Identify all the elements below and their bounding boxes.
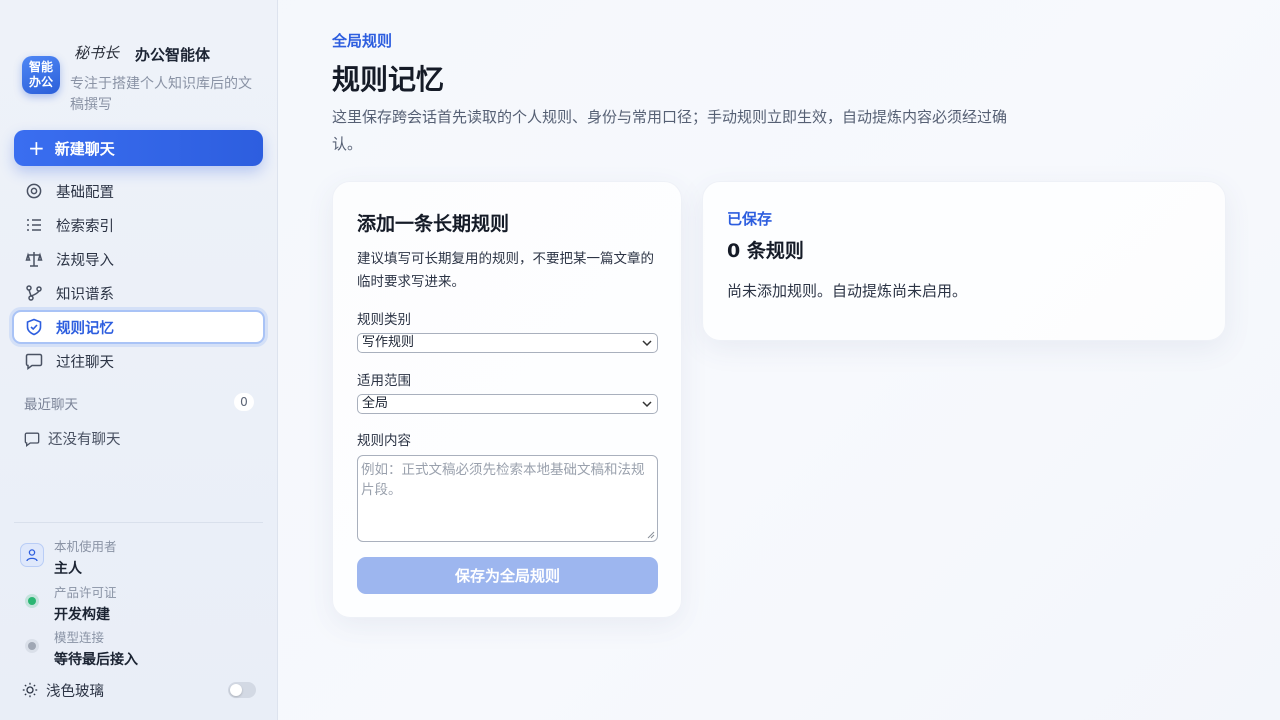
brand-script-name: 秘书长 (74, 44, 120, 62)
page-title: 规则记忆 (332, 63, 445, 96)
toggle-knob (230, 684, 242, 696)
category-select[interactable]: 写作规则 (357, 333, 658, 353)
user-label: 本机使用者 (54, 539, 117, 554)
category-value: 写作规则 (362, 335, 415, 350)
recent-chats-empty: 还没有聊天 (24, 428, 121, 449)
brand-tagline: 专注于搭建个人知识库后的文稿撰写 (70, 76, 252, 113)
user-value: 主人 (54, 561, 82, 577)
add-rule-card: 添加一条长期规则 建议填写可长期复用的规则，不要把某一篇文章的临时要求写进来。 … (332, 181, 682, 618)
add-rule-title: 添加一条长期规则 (357, 213, 510, 235)
new-chat-label: 新建聊天 (54, 139, 115, 158)
license-value: 开发构建 (54, 607, 110, 623)
sidebar-item-knowledge-graph[interactable]: 知识谱系 (14, 277, 263, 309)
chat-icon (24, 431, 40, 447)
scope-select[interactable]: 全局 (357, 394, 658, 414)
sidebar-item-label: 检索索引 (56, 218, 114, 235)
resize-grip-icon[interactable] (647, 531, 655, 539)
sidebar-item-label: 知识谱系 (56, 286, 114, 303)
sidebar-item-label: 规则记忆 (56, 320, 114, 337)
recent-chats-heading: 最近聊天 0 (24, 393, 254, 413)
user-info: 本机使用者 主人 (20, 536, 260, 578)
sidebar-item-label: 法规导入 (56, 252, 114, 269)
license-info: 产品许可证 开发构建 (20, 582, 260, 624)
sidebar-item-regulation-import[interactable]: 法规导入 (14, 243, 263, 275)
sidebar-item-rule-memory[interactable]: 规则记忆 (12, 310, 265, 344)
scope-value: 全局 (362, 396, 389, 411)
sidebar-item-label: 基础配置 (56, 184, 114, 201)
sidebar-item-label: 过往聊天 (56, 354, 114, 371)
page-description: 这里保存跨会话首先读取的个人规则、身份与常用口径；手动规则立即生效，自动提炼内容… (332, 108, 1008, 153)
saved-rules-card: 已保存 0 条规则 尚未添加规则。自动提炼尚未启用。 (702, 181, 1226, 341)
model-value: 等待最后接入 (54, 652, 138, 668)
sidebar-item-basic-config[interactable]: 基础配置 (14, 175, 263, 207)
graph-icon (24, 283, 44, 303)
save-global-rule-button[interactable]: 保存为全局规则 (357, 557, 658, 594)
add-rule-hint: 建议填写可长期复用的规则，不要把某一篇文章的临时要求写进来。 (357, 251, 654, 290)
recent-chats-empty-text: 还没有聊天 (48, 432, 121, 448)
page-eyebrow: 全局规则 (332, 32, 393, 50)
rule-content-textarea[interactable]: 例如：正式文稿必须先检索本地基础文稿和法规片段。 (357, 455, 658, 542)
sidebar-item-past-chats[interactable]: 过往聊天 (14, 345, 263, 377)
user-icon (20, 543, 44, 567)
recent-chats-title: 最近聊天 (24, 397, 78, 413)
brand: 智能 办公 秘书长 办公智能体 专注于搭建个人知识库后的文稿撰写 (20, 42, 270, 118)
new-chat-button[interactable]: + 新建聊天 (14, 130, 263, 166)
scale-icon (24, 249, 44, 269)
license-status-dot (28, 597, 36, 605)
chevron-down-icon (641, 336, 653, 350)
model-info: 模型连接 等待最后接入 (20, 627, 260, 669)
theme-row: 浅色玻璃 (22, 680, 258, 700)
category-label: 规则类别 (357, 312, 411, 328)
theme-label: 浅色玻璃 (46, 683, 104, 700)
sun-icon (22, 682, 38, 698)
brand-name: 办公智能体 (135, 46, 211, 64)
theme-toggle[interactable] (228, 682, 256, 698)
gear-icon (24, 181, 44, 201)
saved-count: 0 条规则 (727, 240, 804, 262)
model-status-dot (28, 642, 36, 650)
logo-line-2: 办公 (28, 75, 53, 89)
saved-empty-text: 尚未添加规则。自动提炼尚未启用。 (727, 282, 968, 300)
scope-label: 适用范围 (357, 373, 411, 389)
sidebar: 智能 办公 秘书长 办公智能体 专注于搭建个人知识库后的文稿撰写 + 新建聊天 … (0, 0, 278, 720)
logo-line-1: 智能 (28, 60, 53, 74)
license-label: 产品许可证 (54, 585, 117, 600)
sidebar-divider (14, 522, 263, 523)
rule-content-placeholder: 例如：正式文稿必须先检索本地基础文稿和法规片段。 (361, 462, 645, 498)
list-icon (24, 215, 44, 235)
shield-icon (24, 317, 44, 337)
chat-icon (24, 351, 44, 371)
sidebar-item-search-index[interactable]: 检索索引 (14, 209, 263, 241)
app-logo: 智能 办公 (22, 56, 60, 94)
chevron-down-icon (641, 397, 653, 411)
model-label: 模型连接 (54, 630, 105, 645)
saved-eyebrow: 已保存 (727, 210, 773, 228)
content-label: 规则内容 (357, 433, 411, 449)
recent-chats-count: 0 (234, 393, 254, 411)
plus-icon: + (28, 136, 45, 160)
